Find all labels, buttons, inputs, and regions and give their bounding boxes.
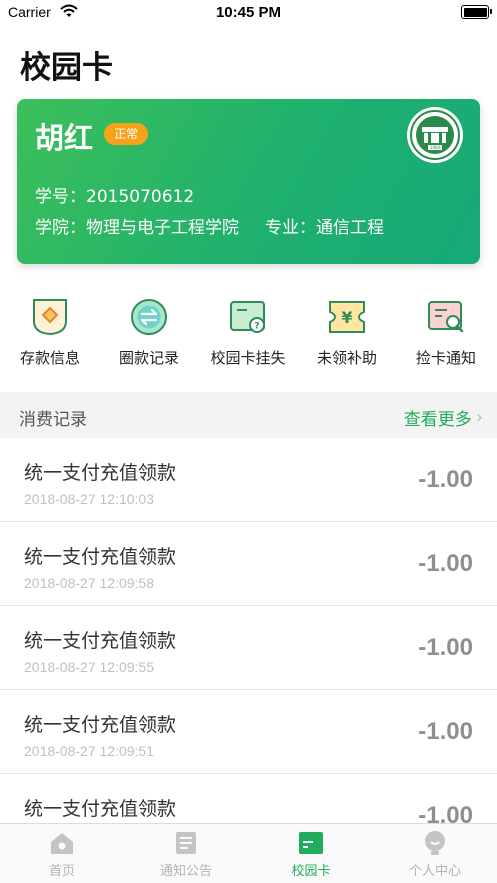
svg-text:?: ? <box>254 322 259 332</box>
student-id-label: 学号： <box>35 187 86 207</box>
tab-label: 个人中心 <box>408 864 461 879</box>
status-time: 10:45 PM <box>215 4 282 21</box>
record-title: 统一支付充值领款 <box>24 630 177 652</box>
tab-home[interactable]: 首页 <box>0 830 124 879</box>
home-icon <box>49 830 75 856</box>
record-amount: -1.00 <box>418 466 473 493</box>
list-item[interactable]: 统一支付充值领款 2018-08-27 12:09:58 -1.00 <box>0 522 497 606</box>
tab-profile[interactable]: 个人中心 <box>373 830 497 879</box>
notice-icon <box>173 830 199 856</box>
school-logo: 1960 <box>407 107 463 163</box>
found-card-icon <box>426 297 466 337</box>
records-section-title: 消费记录 <box>19 410 87 430</box>
page-title: 校园卡 <box>20 50 113 86</box>
list-item[interactable]: 统一支付充值领款 2018-08-27 12:09:55 -1.00 <box>0 606 497 690</box>
tab-notice[interactable]: 通知公告 <box>124 830 248 879</box>
college-label: 学院： <box>35 218 86 238</box>
card-loss-icon: ? <box>228 297 268 337</box>
student-id-row: 学号：2015070612 <box>35 182 194 207</box>
campus-card[interactable]: 胡红 正常 1960 学号：2015070612 学院：物理与电子工程学院 专业：… <box>17 99 480 264</box>
quick-action-label: 校园卡挂失 <box>210 349 286 367</box>
view-more-label: 查看更多 <box>403 410 472 430</box>
view-more-link[interactable]: 查看更多 › <box>404 405 483 430</box>
record-time: 2018-08-27 12:09:58 <box>24 575 154 591</box>
quick-action-card-loss[interactable]: ? 校园卡挂失 <box>198 297 298 368</box>
quick-action-label: 存款信息 <box>19 349 80 367</box>
record-title: 统一支付充值领款 <box>24 714 177 736</box>
list-item[interactable]: 统一支付充值领款 2018-08-27 12:09:51 -1.00 <box>0 690 497 774</box>
logo-year: 1960 <box>430 145 441 150</box>
status-bar: Carrier 10:45 PM <box>0 0 497 26</box>
records-list: 统一支付充值领款 2018-08-27 12:10:03 -1.00 统一支付充… <box>0 438 497 858</box>
campus-card-icon <box>298 830 324 856</box>
college-value: 物理与电子工程学院 <box>86 218 239 238</box>
records-section-header: 消费记录 查看更多 › <box>0 392 497 438</box>
quick-action-label: 圈款记录 <box>118 349 179 367</box>
record-time: 2018-08-27 12:09:55 <box>24 659 154 675</box>
status-badge: 正常 <box>104 123 149 145</box>
tab-label: 首页 <box>48 864 75 879</box>
list-item[interactable]: 统一支付充值领款 2018-08-27 12:10:03 -1.00 <box>0 438 497 522</box>
quick-action-transfer[interactable]: 圈款记录 <box>99 297 199 368</box>
major-label: 专业： <box>265 218 316 238</box>
tab-label: 校园卡 <box>291 864 331 879</box>
tab-campus-card[interactable]: 校园卡 <box>249 830 373 879</box>
chevron-right-icon: › <box>475 407 483 428</box>
deposit-icon <box>30 297 70 337</box>
tab-label: 通知公告 <box>159 864 212 879</box>
record-amount: -1.00 <box>418 550 473 577</box>
record-amount: -1.00 <box>418 634 473 661</box>
subsidy-icon: ¥ <box>327 297 367 337</box>
quick-action-deposit[interactable]: 存款信息 <box>0 297 100 368</box>
profile-icon <box>422 830 448 856</box>
major-value: 通信工程 <box>316 218 384 238</box>
quick-actions: 存款信息 圈款记录 ? 校园卡挂失 ¥ 未领补助 捡卡通知 <box>0 297 497 375</box>
tab-bar: 首页 通知公告 校园卡 个人中心 <box>0 823 497 883</box>
record-title: 统一支付充值领款 <box>24 462 177 484</box>
transfer-icon <box>129 297 169 337</box>
student-id-value: 2015070612 <box>86 187 195 207</box>
record-title: 统一支付充值领款 <box>24 546 177 568</box>
quick-action-found-card[interactable]: 捡卡通知 <box>396 297 496 368</box>
quick-action-subsidy[interactable]: ¥ 未领补助 <box>297 297 397 368</box>
record-amount: -1.00 <box>418 718 473 745</box>
quick-action-label: 捡卡通知 <box>415 349 476 367</box>
svg-text:¥: ¥ <box>341 308 352 327</box>
record-time: 2018-08-27 12:10:03 <box>24 491 154 507</box>
college-major-row: 学院：物理与电子工程学院 专业：通信工程 <box>35 213 384 238</box>
record-title: 统一支付充值领款 <box>24 798 177 820</box>
card-holder-name: 胡红 <box>35 121 94 155</box>
record-time: 2018-08-27 12:09:51 <box>24 743 154 759</box>
quick-action-label: 未领补助 <box>316 349 377 367</box>
battery-icon <box>461 5 492 19</box>
